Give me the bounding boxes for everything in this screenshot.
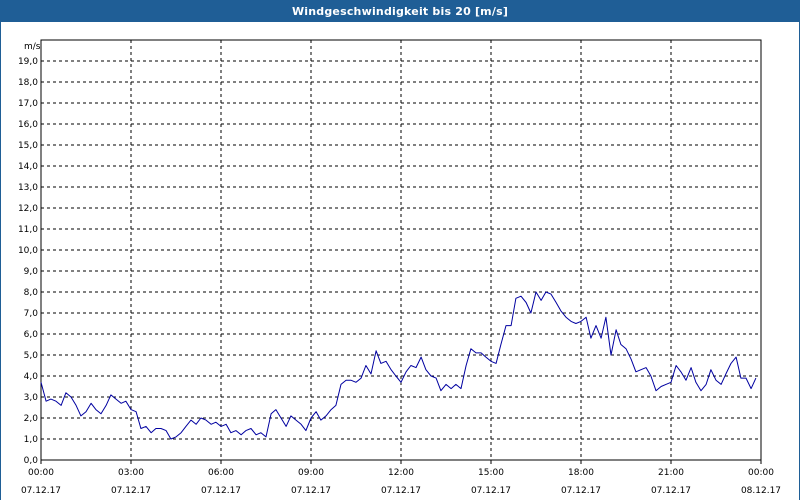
x-tick-date-label: 07.12.17 — [381, 486, 421, 496]
y-tick-label: 12,0 — [18, 204, 38, 214]
y-tick-label: 0,0 — [24, 456, 39, 466]
chart-area: m/s 0,0 1,0 2,0 3,0 4,0 5,0 6,0 7,0 8,0 9,0 10,0 11… — [0, 22, 800, 500]
y-tick-label: 5,0 — [24, 351, 39, 361]
y-tick-label: 7,0 — [24, 309, 39, 319]
y-tick-label: 16,0 — [18, 120, 38, 130]
series-line-wind-speed — [40, 291, 757, 440]
y-tick-label: 11,0 — [18, 225, 38, 235]
y-tick-label: 10,0 — [18, 246, 38, 256]
series-layer — [40, 291, 757, 440]
x-tick-time-label: 00:00 — [28, 468, 54, 478]
x-tick-time-label: 06:00 — [208, 468, 234, 478]
x-tick-date-label: 07.12.17 — [471, 486, 511, 496]
y-tick-label: 6,0 — [24, 330, 39, 340]
x-tick-date-label: 07.12.17 — [111, 486, 151, 496]
x-tick-time-label: 12:00 — [388, 468, 414, 478]
line-chart: m/s 0,0 1,0 2,0 3,0 4,0 5,0 6,0 7,0 8,0 9,0 10,0 11… — [18, 39, 781, 496]
y-axis-unit-label: m/s — [24, 42, 41, 52]
x-tick-time-label: 00:00 — [748, 468, 774, 478]
x-tick-date-label: 07.12.17 — [21, 486, 61, 496]
x-tick-time-label: 09:00 — [298, 468, 324, 478]
x-tick-date-label: 07.12.17 — [291, 486, 331, 496]
chart-title-bar: Windgeschwindigkeit bis 20 [m/s] — [0, 0, 800, 22]
x-tick-time-label: 18:00 — [568, 468, 594, 478]
y-tick-label: 13,0 — [18, 183, 38, 193]
y-tick-label: 2,0 — [24, 414, 39, 424]
y-tick-label: 4,0 — [24, 372, 39, 382]
x-tick-time-label: 15:00 — [478, 468, 504, 478]
y-tick-label: 14,0 — [18, 162, 38, 172]
y-tick-label: 17,0 — [18, 99, 38, 109]
x-tick-date-label: 07.12.17 — [651, 486, 691, 496]
x-tick-date-label: 08.12.17 — [741, 486, 781, 496]
y-tick-label: 8,0 — [24, 288, 39, 298]
y-tick-label: 18,0 — [18, 78, 38, 88]
y-tick-label: 3,0 — [24, 393, 39, 403]
x-tick-date-label: 07.12.17 — [201, 486, 241, 496]
x-tick-date-label: 07.12.17 — [561, 486, 601, 496]
chart-title: Windgeschwindigkeit bis 20 [m/s] — [291, 4, 509, 18]
x-tick-labels: 00:00 07.12.17 03:00 07.12.17 06:00 07.12.17 0… — [21, 468, 781, 496]
y-tick-labels: 0,0 1,0 2,0 3,0 4,0 5,0 6,0 7,0 8,0 9,0 10,0 11,0 12… — [18, 57, 38, 466]
y-tick-label: 15,0 — [18, 141, 38, 151]
y-tick-label: 19,0 — [18, 57, 38, 67]
y-tick-label: 9,0 — [24, 267, 39, 277]
y-tick-label: 1,0 — [24, 435, 39, 445]
grid-lines — [41, 40, 761, 460]
x-tick-time-label: 21:00 — [658, 468, 684, 478]
x-tick-time-label: 03:00 — [118, 468, 144, 478]
